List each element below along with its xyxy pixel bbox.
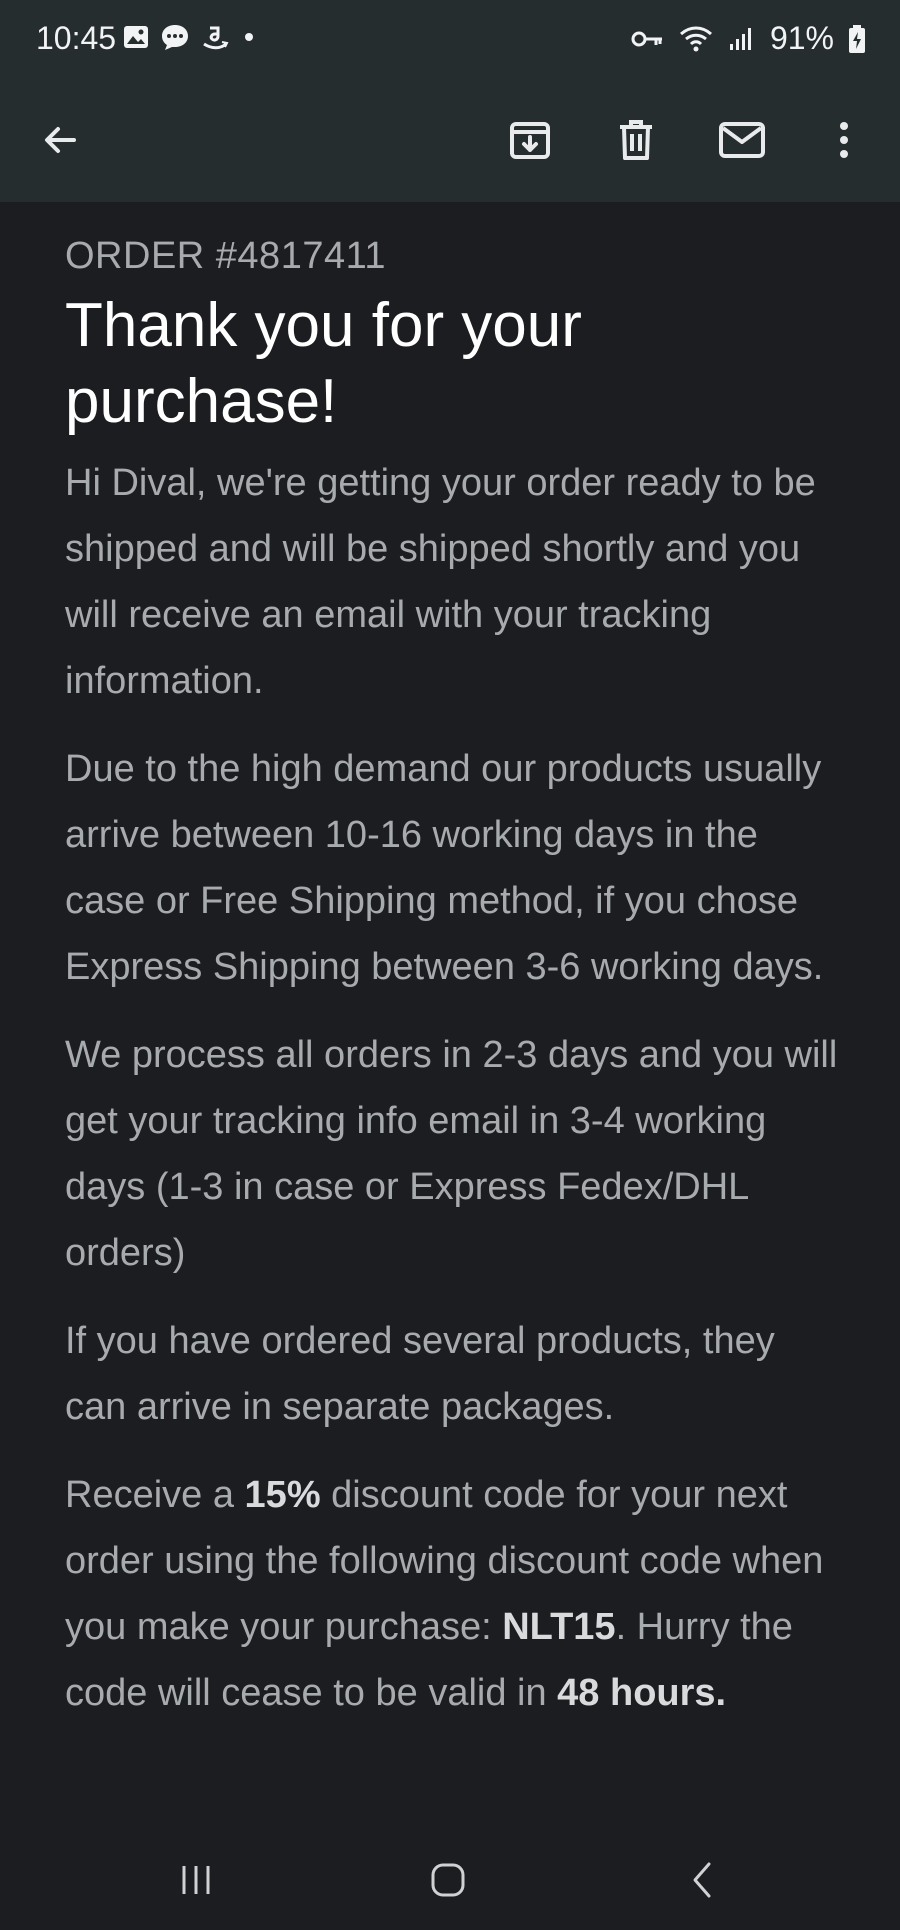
- back-arrow-icon: [45, 127, 76, 153]
- discount-percent: 15%: [244, 1474, 321, 1516]
- signal-icon: [729, 27, 751, 50]
- key-icon: [631, 31, 662, 46]
- mark-unread-button[interactable]: [710, 108, 774, 172]
- status-time: 10:45: [36, 20, 117, 56]
- back-button[interactable]: [28, 108, 92, 172]
- chat-icon: [162, 25, 188, 50]
- trash-icon: [620, 120, 652, 160]
- back-nav-icon: [693, 1862, 711, 1898]
- back-nav-button[interactable]: [672, 1850, 732, 1910]
- delete-button[interactable]: [604, 108, 668, 172]
- status-bar: 10:45 91%: [0, 0, 900, 78]
- system-nav-bar: [0, 1824, 900, 1930]
- home-button[interactable]: [418, 1850, 478, 1910]
- more-options-button[interactable]: [812, 108, 876, 172]
- email-toolbar: [0, 78, 900, 202]
- more-vert-icon: [840, 122, 848, 158]
- email-body[interactable]: ORDER #4817411 Thank you for your purcha…: [0, 202, 900, 1824]
- paragraph-delivery-times: Due to the high demand our products usua…: [65, 748, 824, 988]
- discount-code: NLT15: [502, 1606, 616, 1648]
- archive-icon: [510, 122, 550, 159]
- paragraph-packages: If you have ordered several products, th…: [65, 1320, 775, 1428]
- home-icon: [431, 1863, 465, 1897]
- paragraph-processing: We process all orders in 2-3 days and yo…: [65, 1034, 838, 1274]
- wifi-icon: [679, 26, 712, 51]
- paragraph-discount: Receive a 15% discount code for your nex…: [65, 1462, 845, 1726]
- recents-button[interactable]: [166, 1850, 226, 1910]
- recents-icon: [182, 1866, 210, 1894]
- email-title: Thank you for your purchase!: [65, 291, 582, 436]
- mail-icon: [719, 122, 765, 158]
- discount-text-pre: Receive a: [65, 1474, 245, 1516]
- gallery-icon: [124, 26, 148, 48]
- dot-icon: [245, 33, 253, 41]
- amazon-icon: [203, 26, 229, 50]
- paragraph-greeting: Hi Dival, we're getting your order ready…: [65, 462, 816, 702]
- discount-expiry: 48 hours.: [557, 1672, 727, 1714]
- battery-icon: [849, 24, 865, 53]
- order-number: ORDER #4817411: [65, 235, 387, 277]
- status-system-icons: 91%: [630, 20, 866, 57]
- archive-button[interactable]: [498, 108, 562, 172]
- battery-percent: 91%: [769, 20, 834, 56]
- status-notification-icons: [122, 22, 258, 52]
